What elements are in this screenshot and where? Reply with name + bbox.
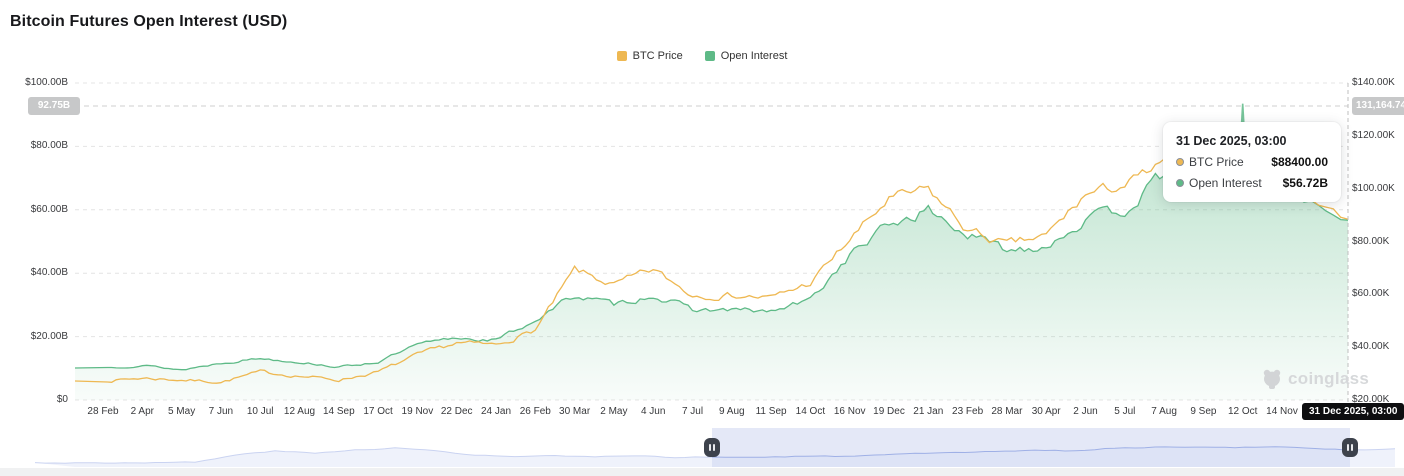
axis-tick-label: $80.00B (30, 140, 68, 152)
main-chart-plot[interactable] (0, 0, 1404, 428)
tooltip-timestamp: 31 Dec 2025, 03:00 (1176, 134, 1287, 148)
open-interest-dot-icon (1176, 179, 1184, 187)
tooltip-label: Open Interest (1189, 176, 1262, 190)
navigator-left-handle[interactable] (704, 438, 720, 457)
axis-tick-label: $100.00K (1352, 182, 1395, 194)
bottom-scroll-strip (0, 468, 1404, 476)
tooltip-row-open-interest: Open Interest $56.72B (1176, 176, 1328, 190)
tooltip-label: BTC Price (1189, 155, 1244, 169)
axis-tick-label: $60.00K (1352, 288, 1390, 300)
coinglass-watermark: coinglass (1262, 368, 1369, 390)
axis-tick-label: $100.00B (25, 77, 68, 88)
chart-tooltip: 31 Dec 2025, 03:00 BTC Price $88400.00 O… (1163, 122, 1341, 202)
tooltip-value: $88400.00 (1271, 155, 1328, 169)
open-interest-ath-badge: 92.75B (28, 97, 80, 115)
axis-tick-label: $60.00B (30, 203, 68, 215)
axis-tick-label: $120.00K (1352, 129, 1395, 141)
axis-tick-label: $20.00B (30, 330, 68, 342)
navigator-brush[interactable] (0, 428, 1404, 468)
btc-price-dot-icon (1176, 158, 1184, 166)
tooltip-row-btc-price: BTC Price $88400.00 (1176, 155, 1328, 169)
axis-tick-label: $0 (56, 394, 68, 405)
axis-tick-label: $80.00K (1352, 235, 1390, 247)
coinglass-bear-icon (1263, 369, 1281, 389)
axis-tick-label: $40.00B (30, 267, 68, 279)
coinglass-chart-page: Bitcoin Futures Open Interest (USD) BTC … (0, 0, 1404, 476)
tooltip-value: $56.72B (1282, 176, 1328, 190)
axis-tick-label: $140.00K (1352, 77, 1395, 88)
btc-price-ath-badge: 131,164.74 (1352, 97, 1404, 115)
watermark-text: coinglass (1288, 369, 1370, 388)
axis-tick-label: $40.00K (1352, 341, 1390, 353)
navigator-right-handle[interactable] (1342, 438, 1358, 457)
crosshair-date-badge: 31 Dec 2025, 03:00 (1302, 403, 1404, 420)
